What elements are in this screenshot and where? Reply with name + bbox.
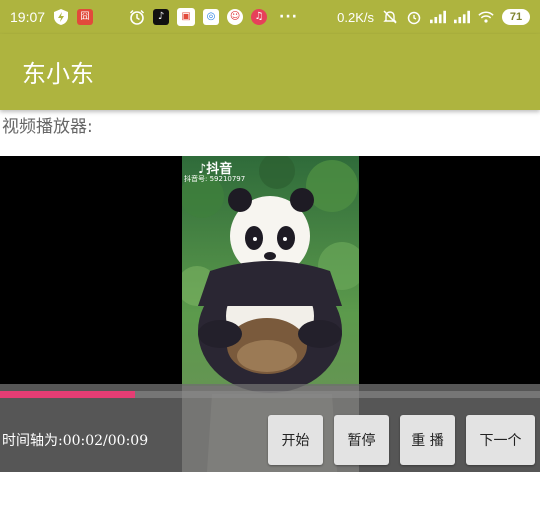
progress-fill	[0, 391, 135, 398]
next-button[interactable]: 下一个	[466, 415, 535, 465]
news-app-icon: ▣	[177, 8, 196, 26]
signal-icon-2	[454, 9, 470, 25]
start-button[interactable]: 开始	[268, 415, 323, 465]
progress-bar[interactable]	[0, 391, 540, 398]
replay-button[interactable]: 重 播	[400, 415, 455, 465]
more-notifications-icon: ···	[279, 9, 299, 25]
app-title: 东小东	[22, 60, 94, 88]
video-player-label: 视频播放器:	[2, 117, 93, 137]
video-view[interactable]: ♪抖音 抖音号: 59210797 时间轴为:00:02/00:09 开始 暂停…	[0, 156, 540, 472]
shield-bolt-icon	[53, 9, 69, 25]
video-watermark: ♪抖音 抖音号: 59210797	[182, 156, 359, 186]
app-notification-icon: 囧	[77, 9, 94, 25]
media-controls: 时间轴为:00:02/00:09 开始 暂停 重 播 下一个	[0, 384, 540, 472]
watermark-id: 抖音号: 59210797	[184, 175, 246, 183]
app-screen: 19:07 囧 ♪ ▣ ◎ ☺ ♫ ··· 0.2K/s 71 东小东 视频播放…	[0, 0, 540, 525]
battery-icon: 71	[502, 9, 530, 25]
alarm-icon	[406, 9, 422, 25]
pause-button[interactable]: 暂停	[334, 415, 389, 465]
status-right: 0.2K/s 71	[337, 0, 530, 34]
network-speed: 0.2K/s	[337, 9, 374, 25]
status-left: 19:07 囧	[0, 9, 94, 25]
music-app-icon: ♫	[251, 9, 268, 25]
app-toolbar: 东小东	[0, 34, 540, 110]
status-notifications: ♪ ▣ ◎ ☺ ♫ ···	[129, 8, 298, 26]
wifi-icon	[478, 9, 494, 25]
alarm-clock-icon	[129, 9, 145, 25]
signal-icon-1	[430, 9, 446, 25]
status-bar: 19:07 囧 ♪ ▣ ◎ ☺ ♫ ··· 0.2K/s 71	[0, 0, 540, 34]
avatar-app-icon: ☺	[227, 9, 244, 25]
timeline-text: 时间轴为:00:02/00:09	[2, 433, 149, 449]
status-time: 19:07	[10, 9, 46, 25]
browser-app-icon: ◎	[203, 9, 220, 25]
tiktok-app-icon: ♪	[153, 9, 170, 25]
mute-bell-icon	[382, 9, 398, 25]
